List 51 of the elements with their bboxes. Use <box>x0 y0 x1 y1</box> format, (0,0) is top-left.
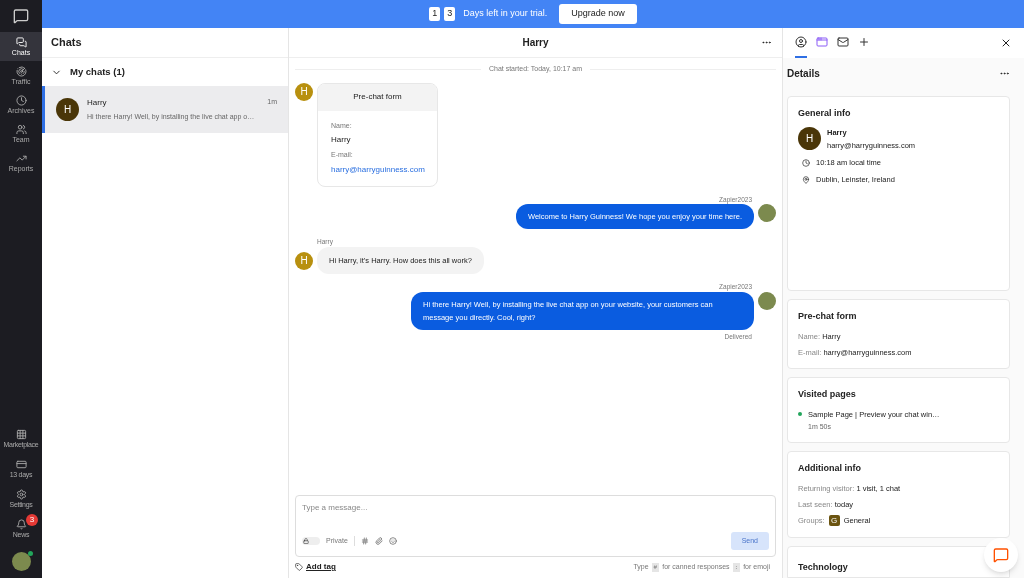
contact-name: Harry <box>87 96 107 109</box>
field-value: harry@harryguinness.com <box>331 163 424 176</box>
private-toggle[interactable] <box>302 536 320 545</box>
avatar: H <box>56 98 79 121</box>
chat-title: Harry <box>522 36 549 50</box>
countdown-digit: 1 <box>429 7 441 21</box>
notification-badge: 3 <box>26 514 38 526</box>
add-tag-link[interactable]: Add tag <box>295 561 336 573</box>
message-input[interactable]: Type a message... <box>302 502 769 514</box>
attachment-icon[interactable] <box>374 536 383 545</box>
avatar: H <box>798 127 821 151</box>
card-title: Pre-chat form <box>353 91 402 103</box>
lock-icon <box>303 537 309 544</box>
card-icon <box>15 459 27 470</box>
card-title: Additional info <box>798 462 862 476</box>
settings-icon <box>15 489 27 500</box>
panel-title: Details <box>787 66 820 81</box>
panel-title: Chats <box>51 35 82 51</box>
upgrade-button[interactable]: Upgrade now <box>559 4 637 24</box>
close-icon[interactable] <box>1000 37 1012 49</box>
clock-icon <box>802 158 810 167</box>
grid-icon <box>15 429 27 440</box>
logo-icon <box>13 8 29 24</box>
group-badge: G <box>828 515 840 527</box>
countdown-digit: 3 <box>444 7 456 21</box>
radar-icon <box>15 65 27 77</box>
app-window-icon <box>816 36 828 48</box>
avatar: H <box>295 251 313 270</box>
people-icon <box>15 123 27 135</box>
tag-icon <box>295 563 303 571</box>
card-title: Pre-chat form <box>798 310 858 323</box>
card-title: Technology <box>798 561 848 572</box>
card-title: General info <box>798 107 852 120</box>
chat-group-toggle[interactable]: My chats (1) <box>42 58 288 86</box>
user-avatar[interactable] <box>11 551 31 571</box>
emoji-icon[interactable] <box>388 536 397 545</box>
user-circle-icon <box>795 36 807 48</box>
plus-icon <box>858 36 870 48</box>
agent-avatar <box>758 204 776 223</box>
bell-icon <box>15 519 27 530</box>
card-title: Visited pages <box>798 388 857 401</box>
field-value: Harry <box>331 134 352 146</box>
avatar: H <box>295 82 313 101</box>
trial-text: Days left in your trial. <box>463 7 548 21</box>
chat-bubble-icon <box>993 547 1009 563</box>
chat-bubbles-icon <box>15 36 27 48</box>
location-icon <box>802 175 810 184</box>
clock-icon <box>15 94 27 106</box>
agent-avatar <box>758 292 776 310</box>
mail-icon <box>837 36 849 48</box>
hash-icon[interactable] <box>360 536 369 545</box>
